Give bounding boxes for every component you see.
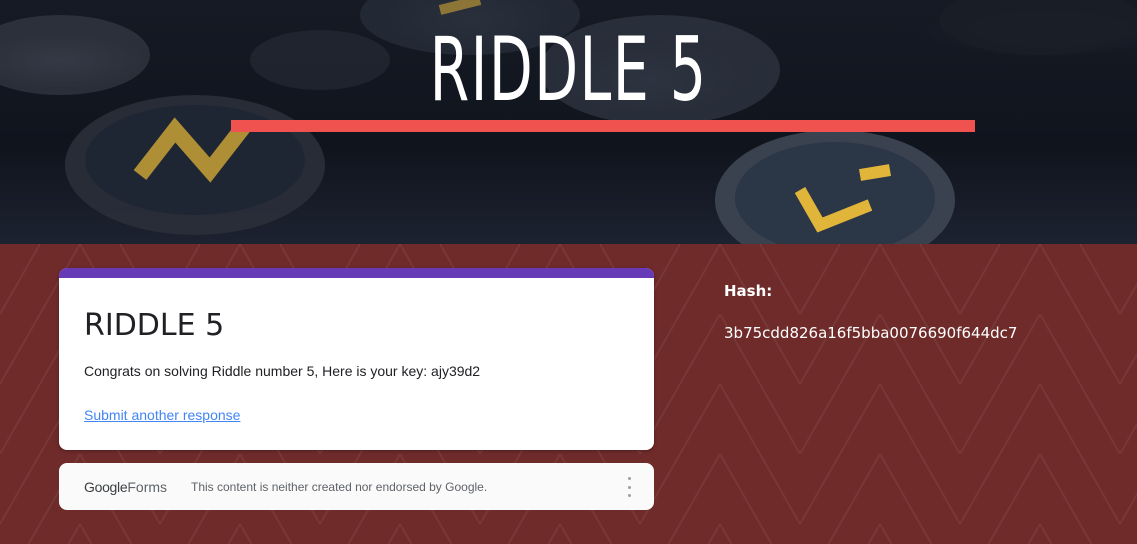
form-title: RIDDLE 5 [84, 308, 225, 343]
brand-forms: Forms [127, 479, 168, 495]
page-title: RIDDLE 5 [429, 18, 708, 121]
submit-another-response-link[interactable]: Submit another response [84, 407, 240, 423]
more-vert-icon[interactable] [623, 477, 635, 497]
brand-google: Google [84, 479, 128, 495]
confirmation-message: Congrats on solving Riddle number 5, Her… [84, 363, 481, 379]
response-card: RIDDLE 5 Congrats on solving Riddle numb… [59, 268, 654, 450]
disclaimer-text: This content is neither created nor endo… [191, 480, 488, 494]
hash-value: 3b75cdd826a16f5bba0076690f644dc7 [724, 324, 1018, 342]
header-banner: RIDDLE 5 [0, 0, 1137, 244]
theme-bar [59, 268, 654, 278]
hash-label: Hash: [724, 282, 773, 300]
google-forms-logo[interactable]: GoogleForms [84, 479, 167, 495]
title-underline [231, 120, 975, 132]
forms-footer: GoogleForms This content is neither crea… [59, 463, 654, 510]
